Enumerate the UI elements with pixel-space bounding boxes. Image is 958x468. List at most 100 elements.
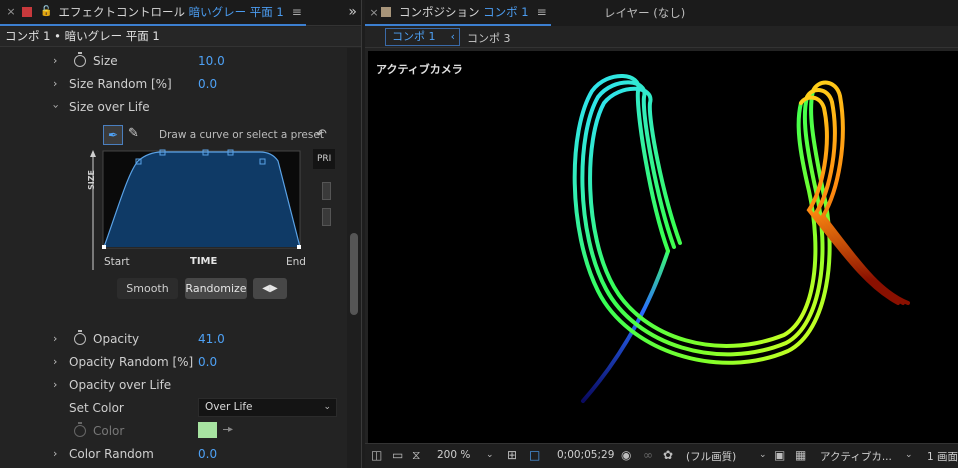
- region-icon[interactable]: ▣: [774, 448, 785, 462]
- color-swatch[interactable]: [198, 422, 217, 438]
- presets-dropdown[interactable]: PRI: [313, 149, 335, 169]
- chevron-down-icon[interactable]: ›: [50, 104, 63, 108]
- set-color-value: Over Life: [205, 401, 253, 413]
- control-point: [102, 245, 106, 249]
- property-size-over-life: › Size over Life: [0, 95, 347, 118]
- tab-title: コンポジション コンポ 1: [399, 4, 529, 20]
- effect-controls-tab[interactable]: × 🔓 エフェクトコントロール 暗いグレー 平面 1 ≡: [0, 0, 306, 26]
- trail-right-loop: [799, 80, 910, 305]
- property-value[interactable]: 0.0: [198, 77, 217, 91]
- chevron-down-icon[interactable]: ⌄: [486, 450, 494, 460]
- panel-menu-icon[interactable]: ≡: [537, 5, 547, 19]
- view-layout-select[interactable]: 1 画面: [927, 449, 958, 464]
- set-color-select[interactable]: Over Life ⌄: [198, 398, 337, 417]
- property-set-color: Set Color Over Life ⌄: [0, 396, 361, 419]
- chevron-down-icon[interactable]: ⌄: [759, 450, 767, 460]
- property-size-random: › Size Random [%] 0.0: [0, 72, 347, 95]
- curve-x-start-label: Start: [104, 256, 130, 268]
- property-opacity-random: › Opacity Random [%] 0.0: [0, 350, 361, 373]
- chevron-down-icon[interactable]: ⌄: [905, 450, 913, 460]
- tab-title: エフェクトコントロール 暗いグレー 平面 1: [58, 4, 283, 20]
- property-value[interactable]: 0.0: [198, 447, 217, 461]
- chevron-right-icon[interactable]: ›: [53, 54, 57, 67]
- chevron-right-icon[interactable]: ›: [53, 378, 57, 391]
- subtab-comp-3[interactable]: コンポ 3: [467, 30, 511, 46]
- stopwatch-icon: [74, 421, 86, 437]
- chevron-left-icon[interactable]: ‹: [451, 29, 455, 45]
- preset-scroll-up[interactable]: [322, 182, 331, 200]
- randomize-button[interactable]: Randomize: [185, 278, 247, 299]
- eyedropper-icon[interactable]: ⎯▸: [223, 424, 233, 435]
- subtab-label: コンポ 1: [392, 30, 436, 43]
- step-curve-button[interactable]: ◀▶: [253, 278, 287, 299]
- property-size: › Size 10.0: [0, 49, 347, 72]
- property-label: Size over Life: [69, 99, 150, 114]
- chevron-right-icon[interactable]: ›: [53, 447, 57, 460]
- lock-icon[interactable]: 🔓: [40, 6, 52, 17]
- resolution-select[interactable]: (フル画質): [686, 449, 736, 464]
- mask-icon[interactable]: ⧖: [412, 448, 420, 463]
- camera-snapshot-icon[interactable]: ◉: [621, 448, 631, 462]
- property-label: Opacity Random [%]: [69, 354, 194, 369]
- property-value[interactable]: 41.0: [198, 332, 225, 346]
- undo-icon[interactable]: ↶: [316, 127, 327, 142]
- property-color: Color ⎯▸: [0, 419, 361, 442]
- property-opacity-over-life: › Opacity over Life: [0, 373, 361, 396]
- composition-navigator: コンポ 1 ‹ コンポ 3: [365, 26, 958, 48]
- property-label: Opacity: [93, 331, 140, 346]
- stopwatch-icon[interactable]: [74, 329, 86, 345]
- tab-title-prefix: エフェクトコントロール: [58, 4, 185, 19]
- preset-scroll-down[interactable]: [322, 208, 331, 226]
- property-label: Size: [93, 53, 118, 68]
- scrollbar-thumb[interactable]: [350, 233, 358, 315]
- composition-tabbar: × コンポジション コンポ 1 ≡ レイヤー (なし): [365, 0, 958, 26]
- property-value[interactable]: 0.0: [198, 355, 217, 369]
- transparency-grid-icon[interactable]: ▦: [795, 448, 806, 462]
- chevron-right-icon[interactable]: ›: [53, 332, 57, 345]
- pen-tool-icon[interactable]: ✒: [103, 125, 123, 145]
- monitor-icon[interactable]: ▭: [392, 448, 403, 462]
- property-color-random: › Color Random 0.0: [0, 442, 361, 465]
- stopwatch-icon[interactable]: [74, 51, 86, 67]
- link-icon[interactable]: ∞: [643, 448, 653, 462]
- curve-x-end-label: End: [286, 256, 306, 268]
- property-value[interactable]: 10.0: [198, 54, 225, 68]
- color-channels-icon[interactable]: ✿: [663, 448, 673, 462]
- timecode[interactable]: 0;00;05;29: [557, 449, 614, 461]
- effect-controls-scrollbar[interactable]: [347, 48, 361, 468]
- panel-menu-icon[interactable]: ≡: [292, 5, 302, 19]
- close-icon[interactable]: ×: [0, 5, 22, 18]
- composition-tab[interactable]: × コンポジション コンポ 1 ≡: [365, 0, 551, 26]
- particle-trail-render: [572, 74, 910, 403]
- panel-overflow-icon[interactable]: »: [348, 4, 357, 20]
- effect-controls-header: コンポ 1 • 暗いグレー 平面 1: [0, 27, 361, 47]
- chevron-down-icon: ⌄: [323, 402, 331, 412]
- property-label: Set Color: [69, 400, 124, 415]
- trail-main-loop: [572, 74, 832, 365]
- camera-view-select[interactable]: アクティブカ...: [820, 449, 892, 464]
- pencil-tool-icon[interactable]: ✎: [128, 126, 139, 141]
- fit-icon[interactable]: ⊞: [507, 448, 517, 462]
- tab-title-layer: 暗いグレー 平面 1: [188, 4, 284, 19]
- control-point: [297, 245, 301, 249]
- property-label: Color: [93, 423, 125, 438]
- curve-x-axis-label: TIME: [190, 256, 218, 267]
- label-color-swatch: [22, 6, 32, 17]
- chevron-right-icon[interactable]: ›: [53, 77, 57, 90]
- composition-panel: × コンポジション コンポ 1 ≡ レイヤー (なし) コンポ 1 ‹ コンポ …: [365, 0, 958, 468]
- layer-tab[interactable]: レイヤー (なし): [604, 5, 685, 21]
- property-label: Size Random [%]: [69, 76, 172, 91]
- chevron-right-icon[interactable]: ›: [53, 355, 57, 368]
- smooth-button[interactable]: Smooth: [117, 278, 178, 299]
- close-icon[interactable]: ×: [367, 6, 381, 19]
- composition-viewer[interactable]: アクティブカメラ: [368, 51, 958, 443]
- property-opacity: › Opacity 41.0: [0, 327, 361, 350]
- subtab-comp-1[interactable]: コンポ 1 ‹: [385, 28, 460, 46]
- composition-footer-toolbar: ◫ ▭ ⧖ 200 % ⌄ ⊞ □ 0;00;05;29 ◉ ∞ ✿ (フル画質…: [365, 443, 958, 468]
- property-label: Color Random: [69, 446, 154, 461]
- region-of-interest-icon[interactable]: □: [529, 448, 540, 462]
- effect-controls-tabbar: × 🔓 エフェクトコントロール 暗いグレー 平面 1 ≡ »: [0, 0, 361, 26]
- curve-hint: Draw a curve or select a preset: [159, 129, 324, 141]
- snapshot-icon[interactable]: ◫: [371, 448, 382, 462]
- zoom-select[interactable]: 200 %: [437, 449, 470, 461]
